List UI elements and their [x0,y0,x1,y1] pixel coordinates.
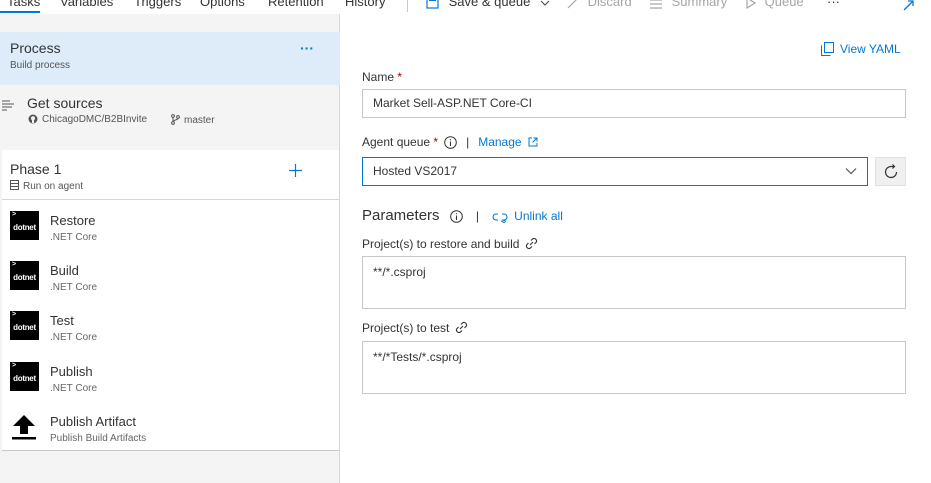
restore-build-label: Project(s) to restore and build [362,237,538,251]
task-title: Publish [50,364,93,379]
yaml-icon [821,42,834,56]
agent-queue-value: Hosted VS2017 [373,164,458,178]
details-pane: View YAML Name * Market Sell-ASP.NET Cor… [341,14,931,483]
task-test[interactable]: > dotnet Test .NET Core [2,300,339,350]
task-publish-artifact[interactable]: Publish Artifact Publish Build Artifacts [2,401,339,451]
agent-queue-select[interactable]: Hosted VS2017 [362,157,868,186]
test-projects-input[interactable]: **/*Tests/*.csproj [362,341,906,394]
upload-icon [12,415,36,440]
save-icon [426,0,439,9]
dotnet-icon: > dotnet [10,311,39,340]
task-title: Build [50,263,79,278]
repo-name: ChicagoDMC/B2BInvite [42,114,148,125]
dotnet-icon: > dotnet [10,261,39,290]
summary-button[interactable]: Summary [649,0,727,9]
parameters-header: Parameters | Unlink all [362,207,563,224]
tab-retention[interactable]: Retention [268,0,324,9]
add-task-icon[interactable] [288,163,303,178]
phase-subtitle: Run on agent [10,180,83,192]
task-publish[interactable]: > dotnet Publish .NET Core [2,351,339,401]
expand-icon[interactable] [902,0,916,12]
divider: | [475,209,479,223]
link-icon[interactable] [455,321,468,334]
info-icon[interactable] [444,136,457,149]
task-subtitle: Publish Build Artifacts [50,433,147,444]
tab-history[interactable]: History [345,0,385,9]
branch-icon [171,114,180,125]
chevron-down-icon [540,0,550,6]
agent-queue-label: Agent queue * | Manage [362,135,538,149]
tasks-pane: Process Build process ··· Get sources Ch… [0,14,340,483]
refresh-button[interactable] [875,157,906,186]
discard-button[interactable]: Discard [567,0,632,9]
get-sources-title: Get sources [27,95,103,111]
queue-button[interactable]: Queue [746,0,804,9]
name-label: Name * [362,70,403,84]
branch-name: master [184,115,215,126]
tab-options[interactable]: Options [200,0,245,9]
dotnet-icon: > dotnet [10,362,39,391]
name-field[interactable]: Market Sell-ASP.NET Core-CI [362,89,906,118]
save-queue-button[interactable]: Save & queue [426,0,550,9]
tab-tasks[interactable]: Tasks [7,0,40,9]
manage-link[interactable]: Manage [478,135,538,149]
tab-triggers[interactable]: Triggers [134,0,181,9]
view-yaml-link[interactable]: View YAML [821,42,901,56]
phase-title: Phase 1 [10,161,62,177]
get-sources-icon [2,100,14,111]
phase-item[interactable]: Phase 1 Run on agent [2,150,339,200]
github-icon [28,114,38,124]
more-actions-button[interactable]: ··· [827,0,840,9]
phase-container: Phase 1 Run on agent > dotnet Restore .NE… [2,150,339,451]
task-subtitle: .NET Core [50,383,98,394]
chevron-down-icon [845,168,857,175]
link-icon[interactable] [525,237,538,250]
process-more-button[interactable]: ··· [300,40,318,56]
repo-info: ChicagoDMC/B2BInvite [28,114,147,125]
top-toolbar: Tasks Variables Triggers Options Retenti… [0,0,931,14]
play-icon [746,0,756,9]
task-subtitle: .NET Core [50,232,98,243]
task-title: Restore [50,213,96,228]
server-icon [10,180,19,190]
process-subtitle: Build process [10,60,71,71]
phase-subtitle-text: Run on agent [23,181,84,192]
list-icon [650,0,662,9]
task-build[interactable]: > dotnet Build .NET Core [2,250,339,300]
save-queue-label: Save & queue [448,0,531,9]
get-sources-item[interactable]: Get sources ChicagoDMC/B2BInvite master [0,85,340,135]
discard-label: Discard [587,0,632,9]
branch-info: master [171,114,215,126]
task-subtitle: .NET Core [50,282,98,293]
task-title: Test [50,313,74,328]
task-title: Publish Artifact [50,414,136,429]
refresh-icon [884,164,898,179]
summary-label: Summary [671,0,728,9]
active-tab-indicator [0,11,40,13]
task-restore[interactable]: > dotnet Restore .NET Core [2,200,339,250]
external-link-icon [528,137,538,147]
toolbar-divider [407,0,408,12]
process-item[interactable]: Process Build process ··· [0,32,340,85]
test-projects-label: Project(s) to test [362,321,468,335]
unlink-icon [492,213,508,224]
view-yaml-label: View YAML [840,42,901,56]
task-subtitle: .NET Core [50,332,98,343]
dotnet-icon: > dotnet [10,211,39,240]
process-title: Process [10,40,61,56]
tab-variables[interactable]: Variables [60,0,113,9]
divider: | [466,135,470,149]
queue-label: Queue [764,0,804,9]
unlink-all-link[interactable]: Unlink all [492,209,563,224]
info-icon[interactable] [449,210,463,223]
parameters-title: Parameters [362,207,440,224]
restore-build-input[interactable]: **/*.csproj [362,256,906,309]
discard-icon [567,0,577,8]
